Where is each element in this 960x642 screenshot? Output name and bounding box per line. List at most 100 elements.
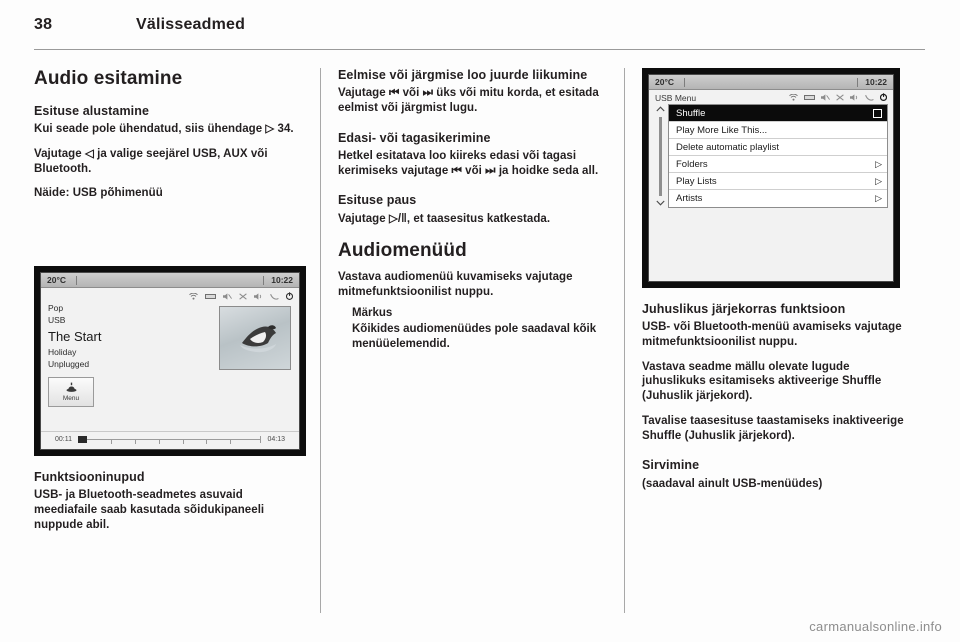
menu-item-label: Play More Like This... xyxy=(676,124,768,136)
paragraph-select-source: Vajutage ◁ ja valige seejärel USB, AUX v… xyxy=(34,147,268,175)
paragraph-skip-track: Vajutage ⏮ või ⏭ üks või mitu korda, et … xyxy=(338,87,599,114)
infotainment-screen-menu: 20°C 10:22 USB Menu Shuffle Play More Li… xyxy=(648,74,894,282)
paragraph-connect-device: Kui seade pole ühendatud, siis ühendage … xyxy=(34,123,294,136)
menu-scrollbar[interactable] xyxy=(652,104,668,208)
column-1-lower: Funktsiooninupud USB- ja Bluetooth-seadm… xyxy=(34,470,302,542)
progress-tick xyxy=(206,440,208,444)
menu-item-label: Shuffle xyxy=(676,107,706,119)
scrollbar-thumb[interactable] xyxy=(658,117,662,196)
infotainment-screen: 20°C 10:22 Pop USB The Start Holiday Unp… xyxy=(40,272,300,450)
paragraph-audio-menus: Vastava audiomenüü kuvamiseks vajutage m… xyxy=(338,271,573,298)
paragraph-activate-shuffle: Vastava seadme mällu olevate lugude juhu… xyxy=(642,360,882,403)
menu-item-play-more-like-this[interactable]: Play More Like This... xyxy=(669,122,887,139)
status-bar: 20°C 10:22 xyxy=(41,273,299,288)
progress-end-cap xyxy=(260,436,262,443)
clock: 10:22 xyxy=(865,77,887,87)
note-body: Kõikides audiomenüüdes pole saadaval kõi… xyxy=(352,323,597,351)
progress-knob[interactable] xyxy=(78,436,87,443)
menu-header: USB Menu xyxy=(649,90,893,104)
screenshot-now-playing: 20°C 10:22 Pop USB The Start Holiday Unp… xyxy=(34,266,306,456)
dog-photo xyxy=(240,325,276,353)
paragraph-function-buttons: USB- ja Bluetooth-seadmetes asuvaid meed… xyxy=(34,489,265,531)
chevron-up-icon[interactable] xyxy=(655,105,665,114)
progress-tick xyxy=(134,440,136,444)
page-title: Välisseadmed xyxy=(136,16,246,33)
chevron-down-icon[interactable] xyxy=(655,199,665,208)
menu-title: USB Menu xyxy=(655,92,697,103)
menu-button[interactable]: Menu xyxy=(48,376,94,407)
watermark: carmanualsonline.info xyxy=(809,619,942,634)
progress-tick xyxy=(230,440,232,444)
menu-item-delete-automatic-playlist[interactable]: Delete automatic playlist xyxy=(669,139,887,156)
chevron-right-icon: ▷ xyxy=(875,175,882,186)
paragraph-fast-forward-rewind: Hetkel esitatava loo kiireks edasi või t… xyxy=(338,149,599,177)
menu-body: Shuffle Play More Like This... Delete au… xyxy=(649,104,893,214)
status-separator-left xyxy=(76,275,77,285)
clock: 10:22 xyxy=(271,275,293,285)
paragraph-example-usb-menu: Näide: USB põhimenüü xyxy=(34,187,163,200)
subheading-skip-track: Eelmise või järgmise loo juurde liikumin… xyxy=(338,68,588,82)
wifi-icon xyxy=(189,292,198,300)
manual-page: 38 Välisseadmed Audio esitamine Esituse … xyxy=(0,0,960,642)
status-bar-menu: 20°C 10:22 xyxy=(649,75,893,90)
section-heading-audio-menus: Audiomenüüd xyxy=(338,240,467,262)
header-divider xyxy=(34,49,925,50)
column-divider-1 xyxy=(320,68,321,613)
status-icon-row-menu xyxy=(789,92,888,103)
bluetooth-device-icon xyxy=(804,93,815,103)
chevron-right-icon: ▷ xyxy=(875,158,882,169)
subheading-pause: Esituse paus xyxy=(338,193,417,208)
paragraph-open-menu: USB- või Bluetooth-menüü avamiseks vajut… xyxy=(642,321,902,348)
outside-temperature: 20°C xyxy=(47,275,66,285)
column-divider-2 xyxy=(624,68,625,613)
paragraph-browse-availability: (saadaval ainult USB-menüüdes) xyxy=(642,477,823,490)
outside-temperature: 20°C xyxy=(655,77,674,87)
menu-item-label: Artists xyxy=(676,193,703,204)
phone-icon xyxy=(865,93,874,103)
column-2: Eelmise või järgmise loo juurde liikumin… xyxy=(338,68,606,362)
status-separator-right xyxy=(857,77,859,87)
wifi-icon xyxy=(789,93,798,103)
now-playing-area: Pop USB The Start Holiday Unplugged Menu xyxy=(41,302,299,431)
progress-tick xyxy=(111,440,113,444)
menu-item-shuffle[interactable]: Shuffle xyxy=(669,105,887,122)
menu-item-folders[interactable]: Folders ▷ xyxy=(669,156,887,173)
status-separator-left xyxy=(684,77,685,87)
menu-icon xyxy=(65,382,78,395)
screenshot-usb-menu: 20°C 10:22 USB Menu Shuffle Play More Li… xyxy=(642,68,900,288)
album-artwork xyxy=(219,306,291,370)
progress-tick xyxy=(182,440,184,444)
power-icon xyxy=(286,292,293,300)
usb-menu-list: Shuffle Play More Like This... Delete au… xyxy=(668,104,888,208)
playback-progress: 00:11 04:13 xyxy=(41,431,299,449)
total-time: 04:13 xyxy=(267,436,285,443)
progress-track xyxy=(78,439,262,440)
progress-tick xyxy=(158,440,160,444)
shuffle-checkbox[interactable] xyxy=(873,108,882,118)
subheading-fast-forward-rewind: Edasi- või tagasikerimine xyxy=(338,130,491,145)
subheading-start-playback: Esituse alustamine xyxy=(34,103,150,118)
menu-item-artists[interactable]: Artists ▷ xyxy=(669,190,887,207)
subheading-function-buttons: Funktsiooninupud xyxy=(34,470,145,484)
cross-icon xyxy=(836,93,844,103)
power-icon xyxy=(879,92,888,103)
menu-button-label: Menu xyxy=(62,394,80,402)
subheading-browse: Sirvimine xyxy=(642,458,700,473)
status-icon-row xyxy=(41,288,299,302)
checkbox-icon xyxy=(873,108,882,118)
cross-icon xyxy=(239,292,247,300)
progress-slider[interactable] xyxy=(78,435,262,444)
chevron-right-icon: ▷ xyxy=(875,193,882,203)
elapsed-time: 00:11 xyxy=(55,436,72,443)
status-separator-right xyxy=(263,275,265,285)
note-title: Märkus xyxy=(352,306,393,319)
bluetooth-device-icon xyxy=(205,293,216,300)
speaker-icon xyxy=(254,292,263,300)
subheading-shuffle-function: Juhuslikus järjekorras funktsioon xyxy=(642,302,846,316)
section-heading-audio-playback: Audio esitamine xyxy=(34,68,183,89)
column-3: Juhuslikus järjekorras funktsioon USB- v… xyxy=(642,302,910,501)
menu-item-label: Delete automatic playlist xyxy=(676,141,779,153)
menu-item-play-lists[interactable]: Play Lists ▷ xyxy=(669,173,887,190)
note-block: Märkus Kõikides audiomenüüdes pole saada… xyxy=(338,306,606,352)
speaker-icon xyxy=(850,93,859,103)
